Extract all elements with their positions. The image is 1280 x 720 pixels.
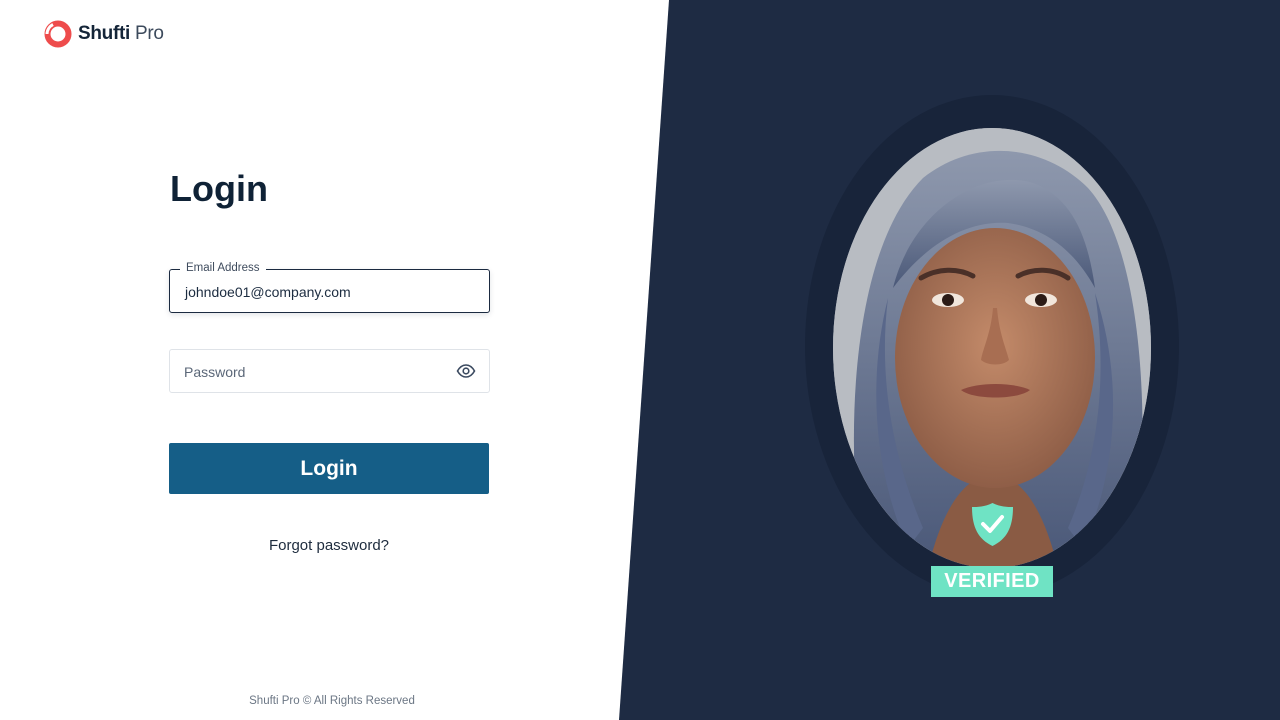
footer-copyright: Shufti Pro © All Rights Reserved [249, 695, 415, 707]
page-title: Login [170, 168, 268, 209]
email-field[interactable]: Email Address johndoe01@company.com [169, 262, 490, 313]
login-button[interactable]: Login [169, 443, 489, 494]
shield-check-icon [972, 503, 1013, 546]
password-field[interactable]: Password [169, 349, 490, 393]
brand-name-bold: Shufti [78, 23, 131, 44]
shufti-logo-icon [44, 20, 72, 48]
eye-icon[interactable] [456, 363, 476, 379]
brand-name-light: Pro [135, 23, 164, 44]
password-input[interactable]: Password [184, 364, 245, 380]
verified-badge: VERIFIED [931, 566, 1053, 597]
forgot-password-link[interactable]: Forgot password? [169, 537, 489, 554]
brand-wordmark: Shufti Pro [78, 23, 164, 45]
brand-logo[interactable]: Shufti Pro [44, 18, 164, 50]
email-input[interactable]: johndoe01@company.com [185, 284, 351, 300]
email-field-label: Email Address [180, 262, 266, 274]
